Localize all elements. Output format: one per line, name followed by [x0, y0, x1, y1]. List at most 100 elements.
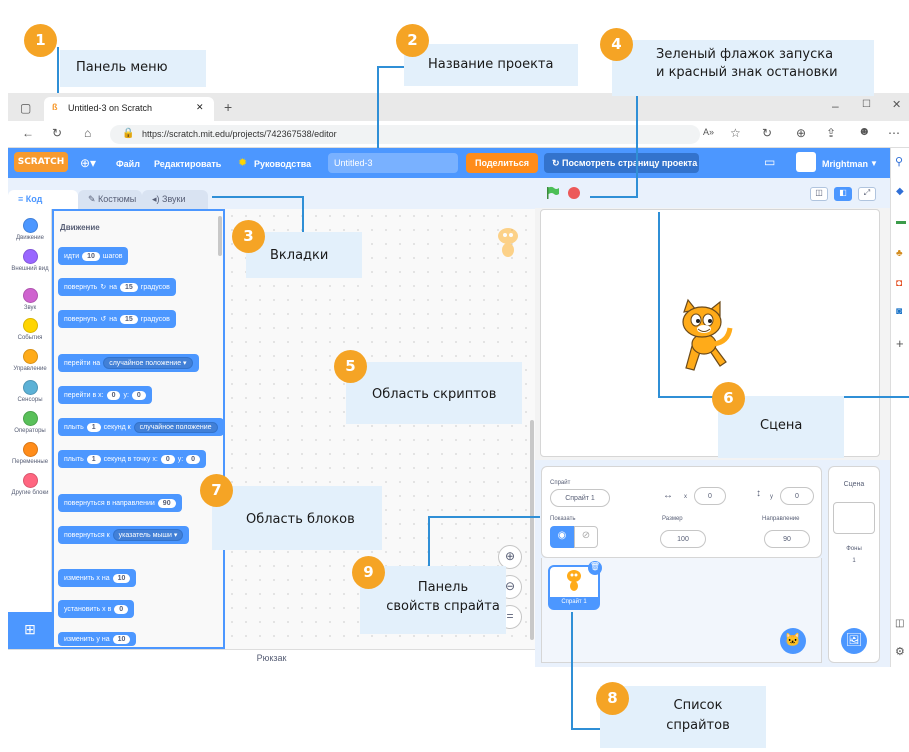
- small-stage-button[interactable]: ◫: [810, 187, 828, 201]
- add-sidebar-icon[interactable]: +: [896, 336, 904, 351]
- refresh-page-icon[interactable]: ↻: [762, 127, 772, 139]
- block-point-towards[interactable]: повернуться к указатель мыши ▾: [58, 526, 190, 544]
- block-input[interactable]: 15: [119, 314, 138, 324]
- block-change-y[interactable]: изменить у на 10: [58, 632, 137, 646]
- block-set-x[interactable]: установить х в0: [58, 600, 135, 618]
- edit-menu[interactable]: Редактировать: [154, 159, 221, 169]
- sidebar-toggle-icon[interactable]: ◫: [895, 618, 904, 629]
- block-input[interactable]: 15: [119, 282, 138, 292]
- block-turn-right[interactable]: повернуть ↻ на 15 градусов: [58, 278, 176, 296]
- back-icon[interactable]: ←: [22, 127, 34, 139]
- url-field[interactable]: 🔒 https://scratch.mit.edu/projects/74236…: [110, 125, 700, 144]
- favorite-icon[interactable]: ☆: [730, 127, 741, 139]
- tag-icon[interactable]: ◆: [896, 186, 904, 197]
- category-sensing[interactable]: Сенсоры: [8, 380, 52, 403]
- block-glide[interactable]: плыть 1 секунд к случайное положение: [58, 418, 224, 436]
- block-dropdown[interactable]: случайное положение: [133, 421, 218, 433]
- backdrop-thumbnail[interactable]: [833, 502, 875, 534]
- tab-sounds[interactable]: ◂) Звуки: [142, 190, 208, 209]
- block-input[interactable]: 0: [106, 390, 121, 400]
- block-input[interactable]: 0: [114, 604, 129, 614]
- tab-actions-icon[interactable]: ▢: [20, 102, 31, 114]
- block-change-x[interactable]: изменить х на 10: [58, 569, 137, 587]
- collections-icon[interactable]: ⊕: [796, 127, 806, 139]
- show-eye-icon[interactable]: ◉: [550, 526, 574, 548]
- file-menu[interactable]: Файл: [116, 159, 140, 169]
- block-move-steps[interactable]: идти 10 шагов: [58, 247, 129, 265]
- category-motion[interactable]: Движение: [8, 218, 52, 241]
- delete-sprite-icon[interactable]: 🗑: [588, 561, 602, 575]
- username-menu[interactable]: Mrightman: [822, 159, 868, 169]
- account-chevron-down-icon[interactable]: ▼: [870, 159, 878, 168]
- block-input[interactable]: 0: [186, 454, 201, 464]
- project-title-input[interactable]: Untitled-3: [328, 153, 458, 173]
- block-dropdown[interactable]: указатель мыши ▾: [112, 529, 184, 541]
- size-input[interactable]: 100: [660, 530, 706, 548]
- search-icon[interactable]: ⚲: [895, 155, 903, 168]
- refresh-icon[interactable]: ↻: [52, 127, 62, 139]
- tab-costumes[interactable]: ✎ Костюмы: [78, 190, 142, 209]
- new-tab-button[interactable]: +: [224, 100, 232, 114]
- my-stuff-folder-icon[interactable]: ▭: [764, 155, 775, 169]
- category-my-blocks[interactable]: Другие блоки: [8, 473, 52, 496]
- backpack[interactable]: Рюкзак: [8, 649, 535, 667]
- category-control[interactable]: Управление: [8, 349, 52, 372]
- block-goto[interactable]: перейти на случайное положение ▾: [58, 354, 199, 372]
- close-tab-icon[interactable]: ✕: [196, 102, 204, 113]
- y-input[interactable]: 0: [780, 487, 814, 505]
- stop-sign-icon[interactable]: [568, 187, 580, 199]
- profile-icon[interactable]: ☻: [858, 125, 871, 137]
- more-icon[interactable]: ⋯: [888, 127, 900, 139]
- toolbox-icon[interactable]: ▬: [896, 216, 906, 227]
- settings-gear-icon[interactable]: ⚙: [895, 645, 905, 658]
- category-looks[interactable]: Внешний вид: [8, 249, 52, 272]
- large-stage-button[interactable]: ◧: [834, 187, 852, 201]
- share-browser-icon[interactable]: ⇪: [826, 127, 836, 139]
- minimize-button[interactable]: –: [832, 100, 839, 112]
- direction-input[interactable]: 90: [764, 530, 810, 548]
- block-point-direction[interactable]: повернуться в направлении 90: [58, 494, 182, 512]
- language-globe-icon[interactable]: ⊕▾: [80, 156, 96, 170]
- block-dropdown[interactable]: случайное положение ▾: [103, 357, 193, 369]
- tab-code[interactable]: ≡ Код: [8, 190, 78, 209]
- games-icon[interactable]: ♣: [896, 248, 903, 259]
- x-input[interactable]: 0: [694, 487, 726, 505]
- fullscreen-icon[interactable]: ⤢: [858, 187, 876, 201]
- category-operators[interactable]: Операторы: [8, 411, 52, 434]
- close-window-button[interactable]: ✕: [892, 100, 901, 111]
- block-input[interactable]: 1: [86, 454, 101, 464]
- block-goto-xy[interactable]: перейти в x: 0 y: 0: [58, 386, 152, 404]
- avatar[interactable]: [796, 152, 816, 172]
- palette-scrollbar[interactable]: [218, 216, 222, 256]
- block-input[interactable]: 0: [131, 390, 146, 400]
- block-turn-left[interactable]: повернуть ↺ на 15 градусов: [58, 310, 176, 328]
- block-input[interactable]: 90: [157, 498, 176, 508]
- maximize-button[interactable]: ☐: [862, 100, 871, 110]
- block-input[interactable]: 0: [160, 454, 175, 464]
- sprite-name-input[interactable]: Спрайт 1: [550, 489, 610, 507]
- block-input[interactable]: 10: [112, 634, 131, 644]
- add-backdrop-button[interactable]: 🖼: [841, 628, 867, 654]
- category-sound[interactable]: Звук: [8, 288, 52, 311]
- script-scrollbar[interactable]: [530, 420, 534, 640]
- category-variables[interactable]: Переменные: [8, 442, 52, 465]
- browser-tab[interactable]: ß Untitled-3 on Scratch ✕: [44, 97, 214, 121]
- block-input[interactable]: 10: [112, 573, 131, 583]
- block-input[interactable]: 1: [86, 422, 101, 432]
- tutorials-menu[interactable]: Руководства: [254, 159, 311, 169]
- block-input[interactable]: 10: [82, 251, 100, 261]
- add-extension-button[interactable]: ⊞: [8, 612, 52, 649]
- read-aloud-icon[interactable]: A»: [703, 128, 714, 137]
- green-flag-icon[interactable]: [546, 186, 560, 200]
- scratch-logo[interactable]: SCRATCH: [14, 152, 68, 172]
- hide-eye-icon[interactable]: ⊘: [574, 526, 598, 548]
- see-project-page-button[interactable]: ↻ Посмотреть страницу проекта: [544, 153, 699, 173]
- category-events[interactable]: События: [8, 318, 52, 341]
- add-sprite-button[interactable]: 🐱: [780, 628, 806, 654]
- cat-sprite[interactable]: [672, 298, 736, 378]
- share-button[interactable]: Поделиться: [466, 153, 538, 173]
- home-icon[interactable]: ⌂: [84, 127, 91, 139]
- office-icon[interactable]: ◘: [896, 278, 902, 289]
- block-glide-xy[interactable]: плыть 1 секунд в точку x: 0 y: 0: [58, 450, 207, 468]
- outlook-icon[interactable]: ◙: [896, 306, 902, 317]
